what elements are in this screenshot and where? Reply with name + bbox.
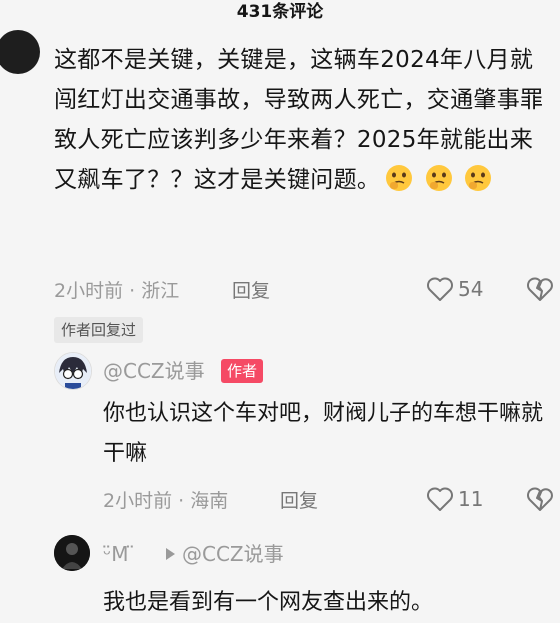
dislike-broken-heart-icon[interactable] bbox=[526, 486, 554, 512]
user-avatar[interactable] bbox=[54, 535, 90, 571]
thinking-face-icon bbox=[465, 165, 492, 191]
reply-text: 我也是看到有一个网友查出来的。 bbox=[103, 590, 434, 615]
like-button[interactable]: 54 bbox=[426, 276, 483, 302]
user-name[interactable]: ᵕ̈M ̈ bbox=[103, 540, 135, 568]
author-replied-tag: 作者回复过 bbox=[54, 317, 144, 343]
like-count: 11 bbox=[458, 487, 484, 511]
author-avatar[interactable] bbox=[54, 352, 92, 390]
reply-meta: 2小时前 · 海南 bbox=[103, 490, 229, 512]
heart-icon bbox=[427, 277, 453, 301]
like-count: 54 bbox=[458, 277, 484, 301]
author-badge: 作者 bbox=[221, 359, 264, 383]
comments-count-title: 431条评论 bbox=[236, 2, 324, 22]
author-name[interactable]: @CCZ说事 bbox=[103, 357, 205, 385]
heart-icon bbox=[427, 487, 453, 511]
comment-body: 这都不是关键，关键是，这辆车2024年八月就闯红灯出交通事故，导致两人死亡，交通… bbox=[54, 40, 554, 206]
cartoon-character-icon bbox=[55, 353, 91, 389]
commenter-avatar[interactable] bbox=[0, 30, 40, 74]
dislike-broken-heart-icon[interactable] bbox=[526, 276, 554, 302]
like-button[interactable]: 11 bbox=[426, 486, 483, 512]
thinking-face-icon bbox=[425, 165, 452, 191]
reply-button[interactable]: 回复 bbox=[232, 278, 270, 304]
comment-meta: 2小时前 · 浙江 bbox=[54, 280, 180, 302]
reply-button[interactable]: 回复 bbox=[280, 488, 318, 514]
reply-arrow-icon bbox=[166, 548, 175, 560]
thinking-face-icon bbox=[386, 165, 413, 191]
reply-text: 你也认识这个车对吧，财阀儿子的车想干嘛就干嘛 bbox=[103, 401, 544, 466]
emoji-group bbox=[384, 163, 495, 206]
dark-figure-icon bbox=[54, 535, 90, 571]
reply-to-name[interactable]: @CCZ说事 bbox=[182, 540, 284, 568]
